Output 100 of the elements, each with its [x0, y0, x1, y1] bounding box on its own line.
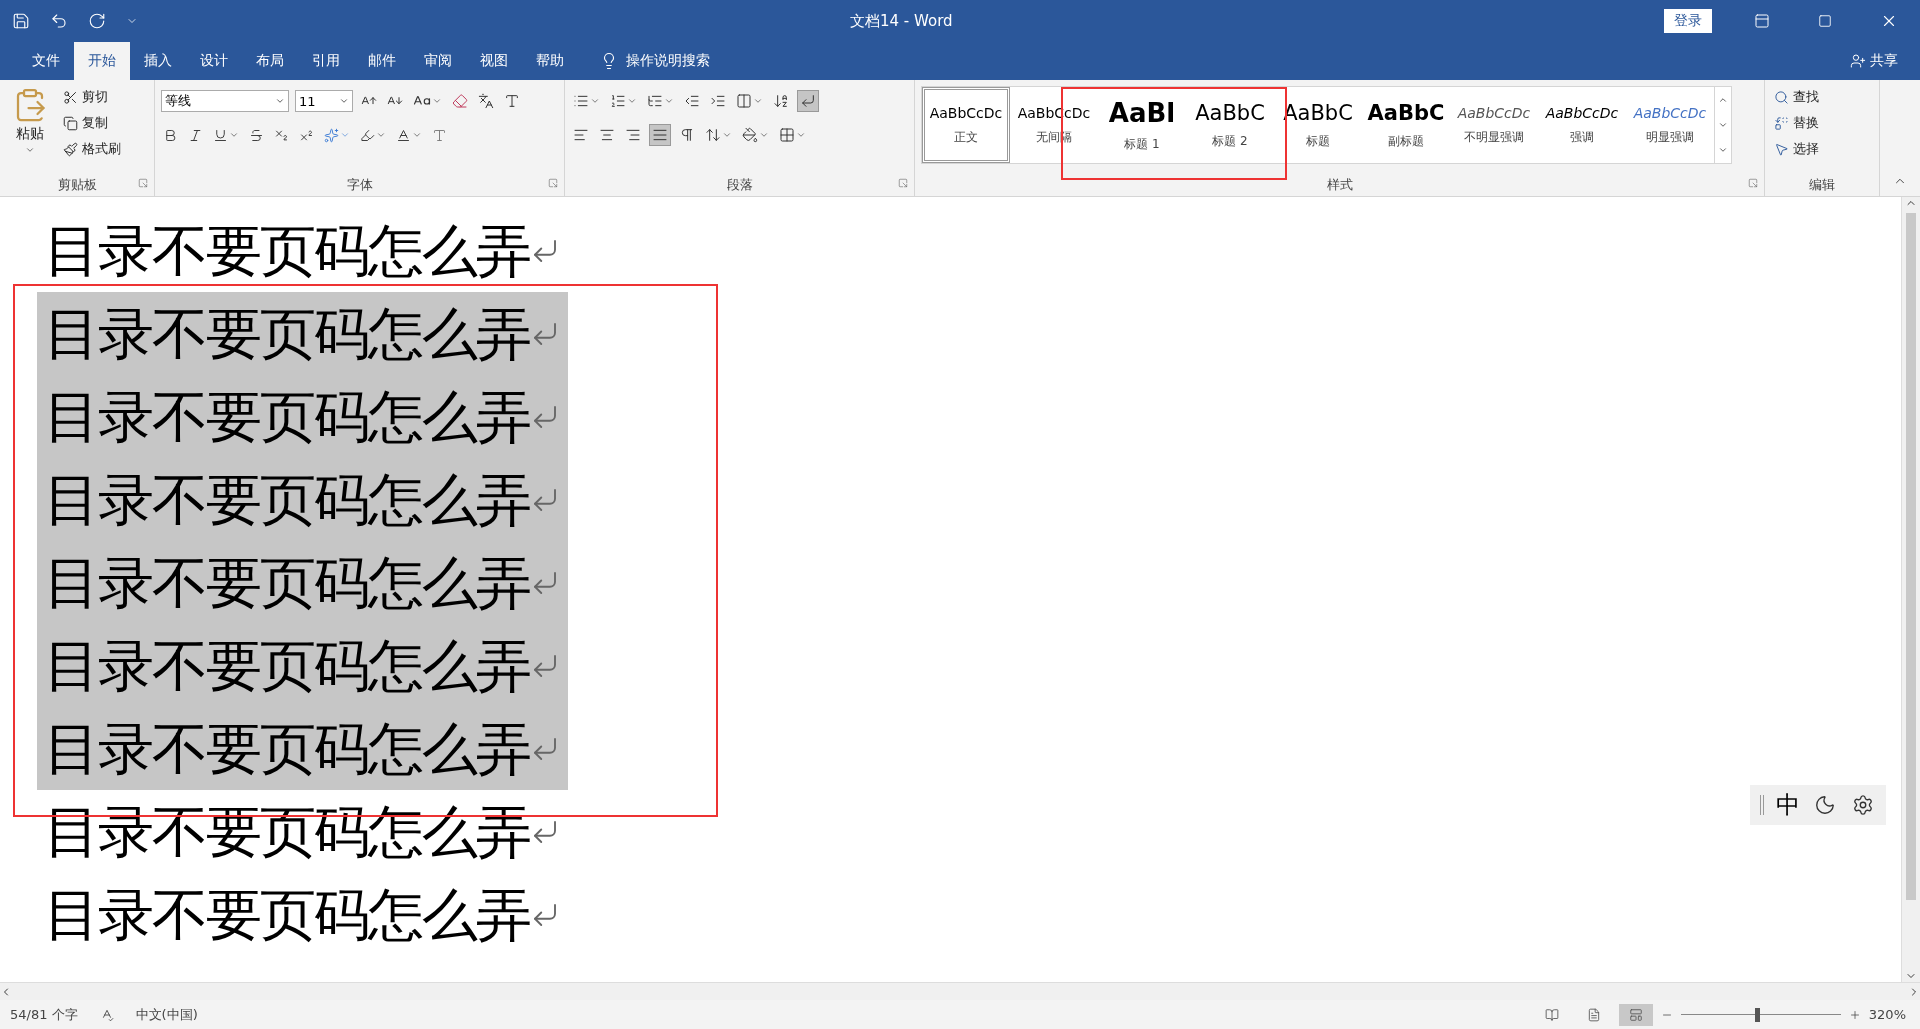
dialog-launcher-icon — [138, 178, 148, 188]
style-item[interactable]: AaBbCcDc 正文 — [922, 87, 1010, 163]
tell-me-search[interactable]: 操作说明搜索 — [594, 42, 716, 80]
align-center-icon — [599, 127, 615, 143]
paste-button[interactable]: 粘贴 — [6, 86, 54, 174]
show-marks-button[interactable] — [797, 90, 819, 112]
bold-icon — [163, 127, 178, 143]
caret-icon — [339, 96, 349, 106]
caret-icon — [722, 130, 732, 140]
ime-mode-button[interactable]: 中 — [1776, 789, 1800, 821]
sort-icon — [773, 93, 789, 109]
user-plus-icon — [1850, 53, 1866, 69]
pointer-icon — [1774, 141, 1789, 157]
ribbon-tab[interactable]: 帮助 — [522, 42, 578, 80]
ribbon-tab[interactable]: 邮件 — [354, 42, 410, 80]
web-layout-button[interactable] — [1618, 1003, 1653, 1026]
caret-icon — [412, 130, 422, 140]
font-name-field[interactable]: 等线 — [161, 90, 289, 112]
justify-button[interactable] — [649, 124, 671, 146]
clipboard-button[interactable]: 复制 — [60, 112, 124, 134]
login-button[interactable]: 登录 — [1664, 9, 1712, 33]
ribbon-tab[interactable]: 设计 — [186, 42, 242, 80]
scrollbar-thumb[interactable] — [1906, 213, 1916, 900]
dialog-launcher-icon — [1748, 178, 1758, 188]
bullet-list-icon — [573, 93, 589, 109]
letter-icon — [504, 93, 520, 109]
group-label: 编辑 — [1809, 176, 1835, 194]
share-button[interactable]: 共享 — [1844, 42, 1904, 80]
italic-icon — [188, 127, 203, 143]
phonetic-icon — [478, 93, 494, 109]
window-title: 文档14 - Word — [850, 11, 954, 31]
clear-format-button[interactable] — [450, 91, 470, 111]
superscript-icon — [299, 127, 314, 143]
redo-icon — [88, 12, 106, 30]
return-arrow-icon — [800, 93, 816, 109]
caret-icon — [664, 96, 674, 106]
caret-icon — [376, 130, 386, 140]
phonetic-guide-button[interactable] — [476, 91, 496, 111]
ribbon-tab[interactable]: 视图 — [466, 42, 522, 80]
underline-icon — [213, 127, 228, 143]
columns-icon — [736, 93, 752, 109]
clipboard-button[interactable]: 格式刷 — [60, 138, 124, 160]
replace-icon — [1774, 115, 1789, 131]
zoom-percent: 320% — [1868, 1007, 1906, 1022]
zoom-in-icon — [1848, 1008, 1861, 1021]
caret-icon — [759, 130, 769, 140]
restore-icon — [1818, 14, 1832, 28]
editing-button[interactable]: 查找 — [1771, 86, 1873, 108]
caret-icon — [340, 130, 350, 140]
justify-icon — [652, 127, 668, 143]
editing-button[interactable]: 替换 — [1771, 112, 1873, 134]
ribbon-display-button[interactable] — [1752, 11, 1772, 31]
caret-icon — [25, 145, 35, 155]
ribbon-tab[interactable]: 开始 — [74, 42, 130, 80]
indent-icon — [710, 93, 726, 109]
word-count: 54/81 个字 — [10, 1005, 78, 1024]
ribbon-tab[interactable]: 引用 — [298, 42, 354, 80]
font-color-icon — [396, 127, 411, 143]
align-left-icon — [573, 127, 589, 143]
clipboard-button[interactable]: 剪切 — [60, 86, 124, 108]
zoom-thumb[interactable] — [1754, 1007, 1760, 1022]
group-label: 字体 — [346, 176, 373, 194]
caret-icon — [229, 130, 239, 140]
search-icon — [1774, 89, 1789, 105]
paint-bucket-icon — [742, 127, 758, 143]
ribbon-tab[interactable]: 布局 — [242, 42, 298, 80]
letter-icon — [432, 127, 447, 143]
caret-icon — [432, 96, 442, 106]
book-icon — [1544, 1007, 1559, 1022]
caret-icon — [275, 96, 285, 106]
subscript-icon — [274, 127, 289, 143]
restore-button[interactable] — [1816, 12, 1834, 30]
page-icon — [1586, 1007, 1601, 1022]
undo-icon — [50, 12, 68, 30]
group-label: 段落 — [726, 176, 753, 194]
outdent-icon — [684, 93, 700, 109]
editing-button[interactable]: 选择 — [1771, 138, 1873, 160]
pilcrow-icon — [679, 127, 695, 143]
caret-icon — [590, 96, 600, 106]
layout-icon — [1628, 1007, 1643, 1022]
ribbon-tab[interactable]: 审阅 — [410, 42, 466, 80]
caret-icon — [796, 130, 806, 140]
strikethrough-icon — [249, 127, 264, 143]
ribbon-tab[interactable]: 文件 — [18, 42, 74, 80]
dialog-launcher-icon — [548, 178, 558, 188]
dialog-launcher-icon — [898, 178, 908, 188]
group-label: 剪贴板 — [57, 176, 97, 194]
eraser-icon — [452, 93, 468, 109]
document-line: 目录不要页码怎么弄 — [44, 873, 560, 956]
sparkles-icon — [324, 127, 339, 143]
moon-icon — [1814, 794, 1836, 816]
font-size-field[interactable]: 11 — [295, 90, 353, 112]
line-spacing-icon — [705, 127, 721, 143]
copy-icon — [63, 115, 78, 131]
grid-icon — [779, 127, 795, 143]
paintbrush-icon — [63, 141, 78, 157]
ribbon-display-icon — [1754, 13, 1770, 29]
save-icon — [12, 12, 30, 30]
multilevel-list-icon — [647, 93, 663, 109]
ribbon-tab[interactable]: 插入 — [130, 42, 186, 80]
